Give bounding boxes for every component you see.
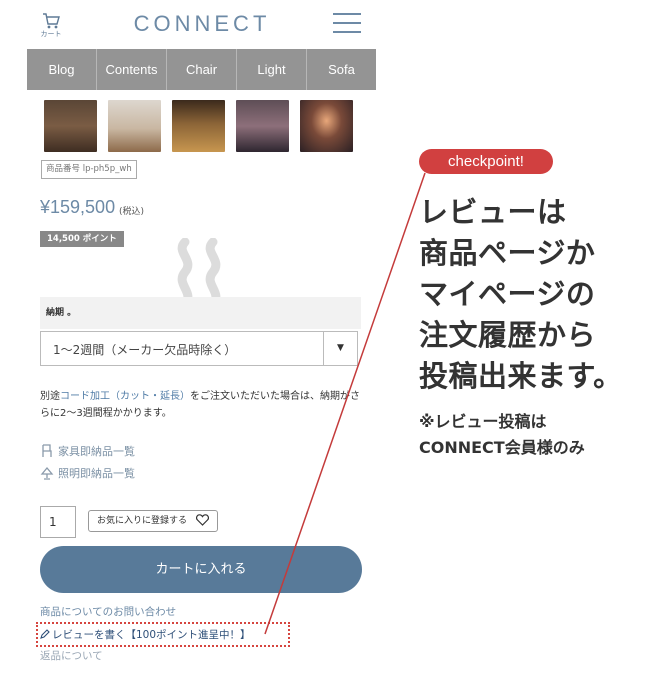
- nav-sofa[interactable]: Sofa: [307, 49, 376, 90]
- delivery-selected-value: 1〜2週間（メーカー欠品時除く）: [53, 343, 237, 357]
- headline-line-3: マイページの: [419, 277, 596, 311]
- delivery-header: 納期 。: [40, 297, 361, 329]
- nav-light[interactable]: Light: [237, 49, 307, 90]
- furniture-instock-link[interactable]: 家具即納品一覧: [40, 443, 135, 459]
- thumbnail-1[interactable]: [44, 100, 97, 152]
- review-highlight-box: [36, 622, 290, 647]
- heart-icon: [195, 514, 209, 526]
- nav-contents[interactable]: Contents: [97, 49, 167, 90]
- thumbnail-2[interactable]: [108, 100, 161, 152]
- quantity-input[interactable]: 1: [40, 506, 76, 538]
- thumbnail-5[interactable]: [300, 100, 353, 152]
- chair-icon: [42, 444, 52, 457]
- add-to-cart-button[interactable]: カートに入れる: [40, 546, 362, 593]
- annotation-headline: レビューは 商品ページか マイページの 注文履歴から 投稿出来ます。: [419, 192, 641, 397]
- product-sku: 商品番号 lp-ph5p_wh: [41, 160, 137, 179]
- nav-chair[interactable]: Chair: [167, 49, 237, 90]
- cord-processing-link[interactable]: コード加工（カット・延長）: [60, 391, 190, 402]
- menu-icon[interactable]: [333, 13, 361, 35]
- lighting-link-label: 照明即納品一覧: [58, 467, 135, 480]
- thumbnail-3[interactable]: [172, 100, 225, 152]
- product-price: ¥159,500: [40, 197, 116, 217]
- site-logo[interactable]: CONNECT: [127, 11, 277, 37]
- tax-note: (税込): [119, 207, 145, 217]
- headline-line-5: 投稿出来ます。: [419, 359, 623, 393]
- delivery-label: 納期 。: [46, 308, 77, 318]
- category-nav: Blog Contents Chair Light Sofa: [27, 49, 376, 90]
- chevron-down-icon: ▼: [323, 332, 357, 365]
- cart-icon: [43, 13, 60, 29]
- inquiry-link[interactable]: 商品についてのお問い合わせ: [40, 604, 176, 619]
- nav-blog[interactable]: Blog: [27, 49, 97, 90]
- annotation-subnote: ※レビュー投稿は CONNECT会員様のみ: [419, 409, 585, 461]
- checkpoint-badge: checkpoint!: [419, 149, 553, 174]
- furniture-link-label: 家具即納品一覧: [58, 445, 135, 458]
- product-thumbnails: [44, 100, 354, 152]
- favorite-label: お気に入りに登録する: [97, 516, 188, 526]
- lighting-instock-link[interactable]: 照明即納品一覧: [40, 465, 135, 481]
- favorite-button[interactable]: お気に入りに登録する: [88, 510, 218, 532]
- points-badge: 14,500 ポイント: [40, 231, 124, 247]
- mobile-product-page: カート CONNECT Blog Contents Chair Light So…: [27, 0, 376, 685]
- cart-button[interactable]: カート: [39, 12, 63, 38]
- note-prefix: 別途: [40, 391, 60, 402]
- returns-link[interactable]: 返品について: [40, 648, 103, 663]
- cart-label: カート: [40, 30, 62, 38]
- delivery-select[interactable]: 1〜2週間（メーカー欠品時除く） ▼: [40, 331, 358, 366]
- lamp-icon: [40, 466, 54, 480]
- headline-line-1: レビューは: [419, 195, 567, 229]
- thumbnail-4[interactable]: [236, 100, 289, 152]
- cord-processing-note: 別途コード加工（カット・延長）をご注文いただいた場合は、納期がさらに2〜3週間程…: [40, 388, 360, 422]
- subnote-line-1: ※レビュー投稿は: [419, 412, 547, 431]
- headline-line-2: 商品ページか: [419, 236, 596, 270]
- headline-line-4: 注文履歴から: [419, 318, 597, 352]
- subnote-line-2: CONNECT会員様のみ: [419, 438, 585, 457]
- site-header: カート CONNECT: [27, 0, 376, 48]
